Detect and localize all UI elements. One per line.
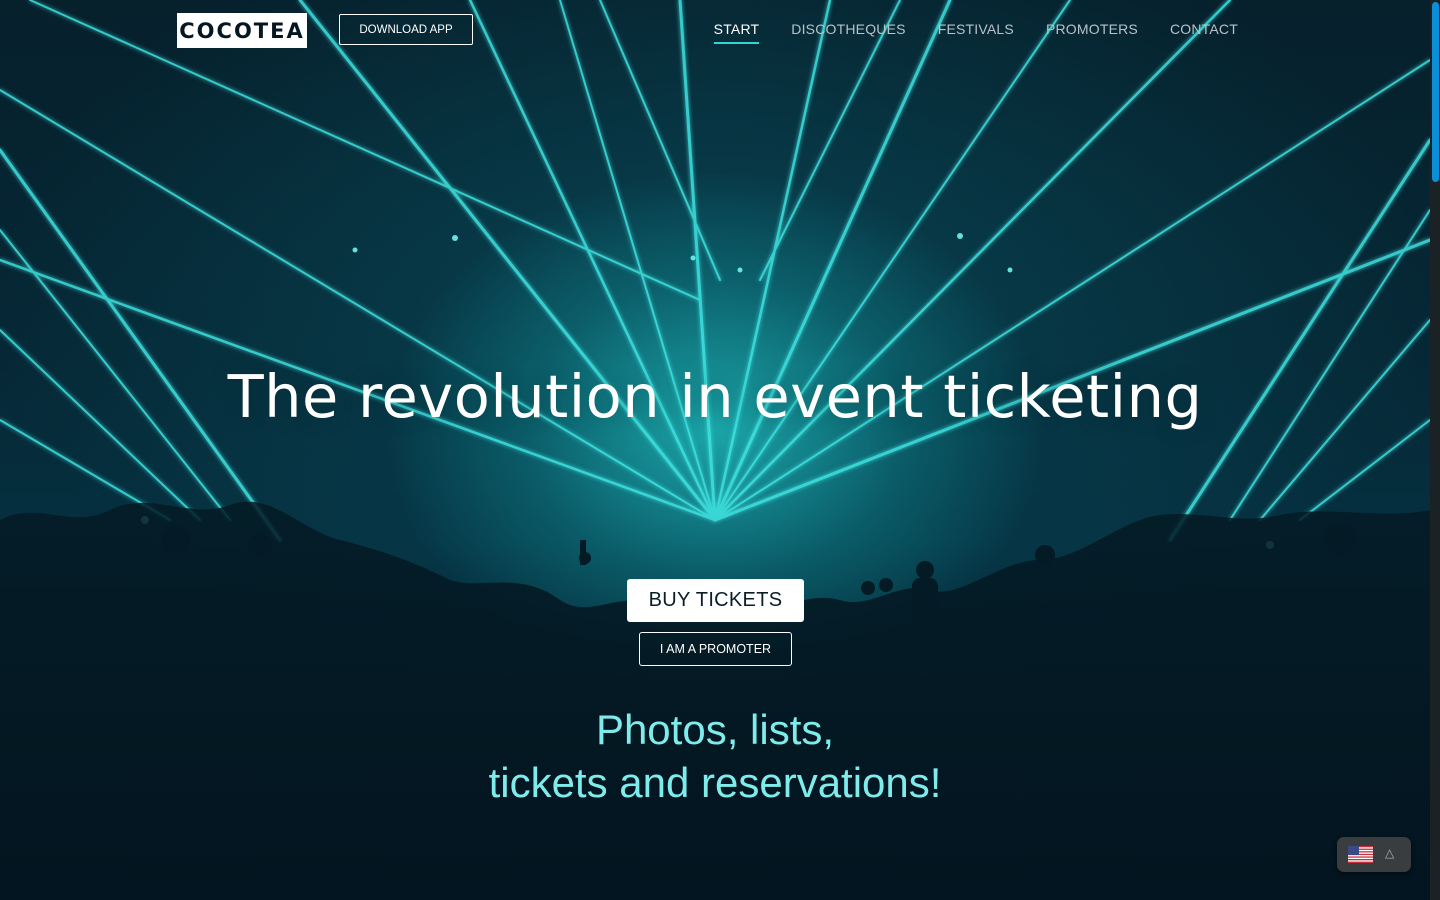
us-flag-icon	[1348, 846, 1373, 863]
download-app-button[interactable]: DOWNLOAD APP	[339, 14, 473, 45]
hero-tagline: Photos, lists, tickets and reservations!	[0, 703, 1430, 809]
nav-contact[interactable]: CONTACT	[1170, 21, 1238, 44]
cocotea-logo[interactable]: COCOTEA	[177, 13, 307, 48]
chevron-up-icon[interactable]: △	[1385, 846, 1394, 860]
tagline-line-1: Photos, lists,	[595, 706, 835, 753]
scrollbar-thumb[interactable]	[1432, 2, 1439, 182]
logo-text: COCOTEA	[179, 18, 305, 43]
nav-festivals[interactable]: FESTIVALS	[938, 21, 1014, 44]
language-switcher[interactable]: △	[1337, 837, 1411, 872]
tagline-line-2: tickets and reservations!	[488, 759, 942, 806]
promoter-button[interactable]: I AM A PROMOTER	[639, 632, 792, 666]
hero-headline: The revolution in event ticketing	[227, 362, 1203, 431]
main-nav: START DISCOTHEQUES FESTIVALS PROMOTERS C…	[682, 21, 1238, 44]
nav-start[interactable]: START	[713, 21, 760, 44]
nav-discotheques[interactable]: DISCOTHEQUES	[791, 21, 905, 44]
nav-promoters[interactable]: PROMOTERS	[1046, 21, 1138, 44]
buy-tickets-button[interactable]: BUY TICKETS	[627, 579, 804, 622]
